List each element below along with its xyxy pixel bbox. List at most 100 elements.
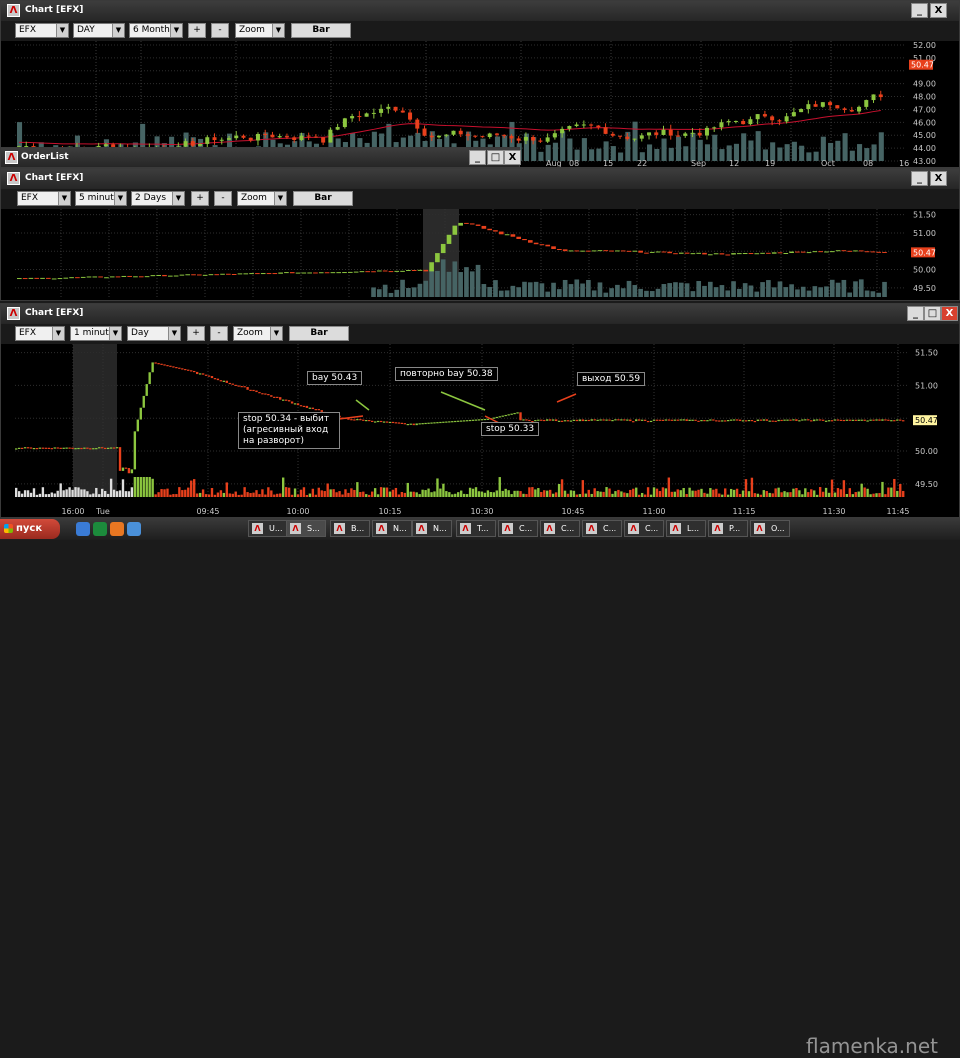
taskbar-task-button[interactable]: Λ N... bbox=[412, 520, 452, 537]
close-button[interactable]: X bbox=[941, 306, 958, 321]
candle-body bbox=[709, 419, 712, 421]
time-tick-label: 16 bbox=[899, 159, 909, 167]
candle-body bbox=[266, 273, 272, 275]
quicklaunch-browser-icon[interactable] bbox=[76, 522, 90, 536]
range-select[interactable]: Day ▼ bbox=[127, 326, 181, 341]
taskbar-task-button[interactable]: Λ O... bbox=[750, 520, 790, 537]
zoom-value: Zoom bbox=[239, 25, 265, 35]
taskbar-task-button[interactable]: Λ C... bbox=[498, 520, 538, 537]
candle-body bbox=[226, 273, 231, 275]
candle-body bbox=[261, 393, 264, 395]
volume-bar bbox=[15, 487, 18, 497]
volume-bar bbox=[756, 493, 760, 497]
volume-bar bbox=[806, 152, 812, 161]
candle-body bbox=[454, 420, 457, 423]
candle-body bbox=[166, 365, 169, 367]
start-button[interactable]: пуск bbox=[0, 519, 60, 539]
restore-button[interactable]: □ bbox=[924, 306, 941, 321]
candle-body bbox=[727, 420, 730, 422]
zoom-out-button[interactable]: - bbox=[214, 191, 232, 206]
symbol-select[interactable]: EFX ▼ bbox=[15, 23, 69, 38]
close-button[interactable]: X bbox=[930, 3, 947, 18]
minimize-button[interactable]: _ bbox=[469, 150, 486, 165]
symbol-select[interactable]: EFX ▼ bbox=[17, 191, 71, 206]
candle-body bbox=[664, 419, 668, 421]
volume-bar bbox=[581, 138, 587, 161]
annotation-buy-1: bay 50.43 bbox=[307, 371, 363, 385]
volume-bar bbox=[821, 491, 825, 497]
volume-bar bbox=[213, 494, 217, 497]
taskbar-task-button[interactable]: Λ T... bbox=[456, 520, 496, 537]
candle-body bbox=[700, 420, 703, 422]
interval-select[interactable]: 1 minute ▼ bbox=[70, 326, 122, 341]
candle-body bbox=[29, 447, 33, 449]
taskbar-task-button[interactable]: Λ C... bbox=[540, 520, 580, 537]
candle-body bbox=[51, 278, 57, 280]
volume-bar bbox=[858, 279, 864, 297]
volume-bar bbox=[766, 280, 771, 297]
volume-bar bbox=[445, 491, 448, 497]
range-value: 2 Days bbox=[135, 193, 167, 203]
bar-style-button[interactable]: Bar bbox=[291, 23, 351, 38]
minimize-button[interactable]: _ bbox=[911, 171, 928, 186]
taskbar-task-button[interactable]: Λ C... bbox=[582, 520, 622, 537]
window-titlebar[interactable]: Λ Chart [EFX] _ X bbox=[1, 1, 959, 21]
taskbar-task-button[interactable]: Λ L... bbox=[666, 520, 706, 537]
zoom-in-button[interactable]: + bbox=[188, 23, 206, 38]
taskbar-task-button[interactable]: Λ N... bbox=[372, 520, 412, 537]
candle-body bbox=[835, 105, 840, 109]
interval-select[interactable]: 5 minutes ▼ bbox=[75, 191, 127, 206]
candle-body bbox=[522, 419, 525, 421]
taskbar-task-button[interactable]: Λ S... bbox=[286, 520, 326, 537]
volume-bar bbox=[857, 491, 860, 497]
candle-body bbox=[368, 419, 371, 422]
zoom-select[interactable]: Zoom ▼ bbox=[237, 191, 287, 206]
zoom-select[interactable]: Zoom ▼ bbox=[233, 326, 283, 341]
range-select[interactable]: 2 Days ▼ bbox=[131, 191, 185, 206]
candle-body bbox=[279, 397, 282, 400]
symbol-select[interactable]: EFX ▼ bbox=[15, 326, 65, 341]
minimize-button[interactable]: _ bbox=[907, 306, 924, 321]
interval-select[interactable]: DAY ▼ bbox=[73, 23, 125, 38]
candle-body bbox=[22, 278, 28, 280]
close-button[interactable]: X bbox=[504, 150, 521, 165]
minimize-button[interactable]: _ bbox=[911, 3, 928, 18]
quicklaunch-media-icon[interactable] bbox=[93, 522, 107, 536]
price-tick-label: 49.00 bbox=[913, 80, 936, 89]
orderlist-window[interactable]: Λ OrderList _ □ X bbox=[0, 147, 521, 168]
quicklaunch-firefox-icon[interactable] bbox=[110, 522, 124, 536]
taskbar-task-button[interactable]: Λ C... bbox=[624, 520, 664, 537]
candle-body bbox=[156, 274, 162, 276]
zoom-in-button[interactable]: + bbox=[187, 326, 205, 341]
volume-bar bbox=[830, 479, 834, 497]
window-titlebar[interactable]: Λ Chart [EFX] _ X bbox=[1, 169, 959, 189]
range-select[interactable]: 6 Months ▼ bbox=[129, 23, 183, 38]
candle-body bbox=[429, 262, 434, 272]
window-titlebar[interactable]: Λ Chart [EFX] _ □ X bbox=[1, 304, 959, 324]
quicklaunch-desktop-icon[interactable] bbox=[127, 522, 141, 536]
zoom-select[interactable]: Zoom ▼ bbox=[235, 23, 285, 38]
volume-bar bbox=[620, 491, 623, 497]
candle-body bbox=[151, 362, 154, 373]
candle-body bbox=[362, 419, 365, 421]
restore-button[interactable]: □ bbox=[487, 150, 504, 165]
price-tick-label: 48.00 bbox=[913, 93, 936, 102]
zoom-in-button[interactable]: + bbox=[191, 191, 209, 206]
taskbar-task-button[interactable]: Λ U... bbox=[248, 520, 288, 537]
candle-body bbox=[731, 253, 736, 255]
taskbar-task-button[interactable]: Λ B... bbox=[330, 520, 370, 537]
candle-body bbox=[632, 250, 638, 252]
candle-body bbox=[560, 420, 564, 422]
zoom-out-button[interactable]: - bbox=[210, 326, 228, 341]
taskbar-task-button[interactable]: Λ P... bbox=[708, 520, 748, 537]
candle-body bbox=[480, 419, 484, 421]
close-button[interactable]: X bbox=[930, 171, 947, 186]
candle-body bbox=[240, 386, 243, 388]
bar-style-button[interactable]: Bar bbox=[289, 326, 349, 341]
volume-bar bbox=[549, 489, 552, 497]
bar-style-button[interactable]: Bar bbox=[293, 191, 353, 206]
chart-window-5min: Λ Chart [EFX] _ X EFX ▼ 5 minutes ▼ 2 Days… bbox=[0, 168, 960, 301]
volume-bar bbox=[813, 490, 816, 497]
zoom-out-button[interactable]: - bbox=[211, 23, 229, 38]
five-minute-chart-canvas[interactable]: 51.50 51.00 50.47 50.00 49.50 bbox=[1, 209, 959, 300]
